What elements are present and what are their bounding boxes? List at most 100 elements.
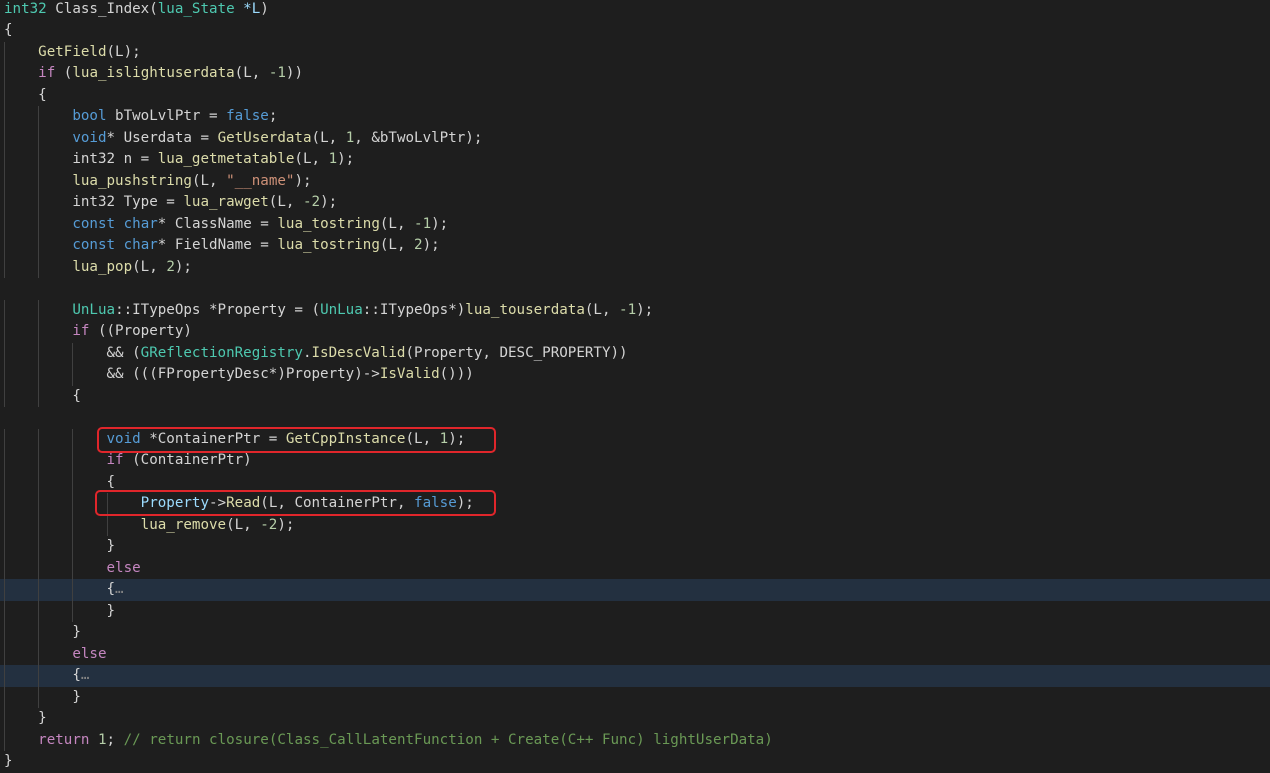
code-line[interactable]: [0, 278, 1270, 300]
code-token: IsValid: [379, 366, 440, 382]
code-token: ())): [439, 366, 474, 382]
code-token: );: [174, 258, 192, 275]
code-token: if: [72, 323, 90, 339]
code-line[interactable]: }: [0, 751, 1270, 773]
code-line[interactable]: {: [0, 385, 1270, 408]
code-token: }: [4, 538, 116, 554]
code-token: IsDescValid: [311, 344, 406, 361]
code-line[interactable]: }: [0, 536, 1270, 558]
code-token: * Userdata =: [106, 129, 218, 146]
code-line[interactable]: && (((FPropertyDesc*)Property)->IsValid(…: [0, 364, 1270, 386]
code-line[interactable]: lua_remove(L, -2);: [0, 514, 1270, 537]
code-text: }: [4, 601, 115, 623]
code-line[interactable]: int32 Class_Index(lua_State *L): [0, 0, 1270, 20]
code-line[interactable]: lua_pushstring(L, "__name");: [0, 170, 1270, 192]
code-token: );: [636, 301, 654, 318]
code-token: (L,: [584, 301, 620, 318]
code-token: (L,: [226, 516, 261, 533]
code-token: void: [72, 129, 107, 146]
code-token: }: [4, 753, 13, 769]
code-line[interactable]: GetField(L);: [0, 41, 1270, 63]
code-token: int32 n =: [4, 151, 158, 167]
code-text: {: [4, 85, 47, 107]
code-line[interactable]: }: [0, 622, 1270, 644]
code-line[interactable]: int32 Type = lua_rawget(L, -2);: [0, 192, 1270, 214]
code-token: GetField: [38, 43, 107, 60]
code-line[interactable]: if (lua_islightuserdata(L, -1)): [0, 63, 1270, 85]
code-text: {: [4, 386, 81, 408]
code-token: 1: [97, 731, 107, 748]
code-token: {: [4, 22, 13, 38]
code-line[interactable]: }: [0, 600, 1270, 623]
code-token: Class_Index(: [46, 0, 158, 17]
code-line[interactable]: [0, 407, 1270, 429]
code-token: * FieldName =: [157, 237, 278, 253]
code-line[interactable]: const char* FieldName = lua_tostring(L, …: [0, 235, 1270, 257]
code-line[interactable]: }: [0, 708, 1270, 730]
code-line[interactable]: else: [0, 557, 1270, 580]
annotation-box-get-cpp-instance: [97, 427, 496, 453]
code-line[interactable]: if (ContainerPtr): [0, 450, 1270, 472]
code-line[interactable]: {: [0, 20, 1270, 42]
folded-region-ellipsis[interactable]: …: [115, 581, 124, 597]
folded-region-ellipsis[interactable]: …: [81, 667, 90, 683]
code-line[interactable]: {…: [0, 665, 1270, 687]
code-token: .: [302, 344, 312, 361]
code-token: if: [106, 452, 124, 468]
code-token: UnLua: [320, 301, 363, 318]
code-token: (L);: [106, 43, 141, 60]
code-token: (L,: [311, 129, 346, 146]
code-token: (L,: [268, 194, 303, 210]
code-line[interactable]: else: [0, 643, 1270, 665]
code-token: *L: [234, 0, 261, 17]
code-token: 1: [328, 151, 338, 167]
code-token: -2: [260, 516, 278, 533]
code-editor[interactable]: int32 Class_Index(lua_State *L) { GetFiel…: [0, 0, 1270, 769]
code-text: bool bTwoLvlPtr = false;: [4, 106, 277, 128]
code-text: int32 n = lua_getmetatable(L, 1);: [4, 149, 354, 171]
code-line[interactable]: && (GReflectionRegistry.IsDescValid(Prop…: [0, 342, 1270, 364]
code-token: ;: [268, 108, 278, 124]
code-token: "__name": [226, 172, 295, 189]
code-token: lua_touserdata: [465, 301, 585, 318]
code-text: if (ContainerPtr): [4, 450, 252, 472]
code-text: int32 Type = lua_rawget(L, -2);: [4, 192, 337, 214]
code-token: ::ITypeOps *Property = (: [115, 301, 321, 318]
code-line[interactable]: if ((Property): [0, 321, 1270, 343]
code-line[interactable]: {…: [0, 579, 1270, 601]
code-line[interactable]: const char* ClassName = lua_tostring(L, …: [0, 213, 1270, 235]
code-token: (L,: [294, 151, 329, 167]
code-token: {: [4, 667, 81, 683]
code-text: {: [4, 20, 13, 42]
code-line[interactable]: void* Userdata = GetUserdata(L, 1, &bTwo…: [0, 127, 1270, 150]
code-line[interactable]: UnLua::ITypeOps *Property = (UnLua::ITyp…: [0, 299, 1270, 321]
code-line[interactable]: {: [0, 84, 1270, 107]
code-line[interactable]: lua_pop(L, 2);: [0, 256, 1270, 278]
code-text: lua_remove(L, -2);: [4, 515, 295, 537]
code-token: (L,: [234, 65, 269, 81]
code-token: else: [106, 559, 141, 576]
code-text: {…: [4, 665, 89, 687]
code-token: bTwoLvlPtr =: [106, 108, 227, 124]
code-text: }: [4, 708, 47, 730]
code-line[interactable]: }: [0, 686, 1270, 708]
code-token: ((Property): [89, 323, 192, 339]
code-token: const: [72, 237, 116, 253]
code-line[interactable]: return 1; // return closure(Class_CallLa…: [0, 729, 1270, 751]
code-text: else: [4, 558, 141, 580]
code-line[interactable]: bool bTwoLvlPtr = false;: [0, 106, 1270, 128]
code-line[interactable]: int32 n = lua_getmetatable(L, 1);: [0, 149, 1270, 171]
code-text: const char* FieldName = lua_tostring(L, …: [4, 235, 439, 257]
code-text: void* Userdata = GetUserdata(L, 1, &bTwo…: [4, 128, 482, 150]
code-token: && (: [4, 344, 141, 361]
code-token: );: [294, 172, 312, 189]
